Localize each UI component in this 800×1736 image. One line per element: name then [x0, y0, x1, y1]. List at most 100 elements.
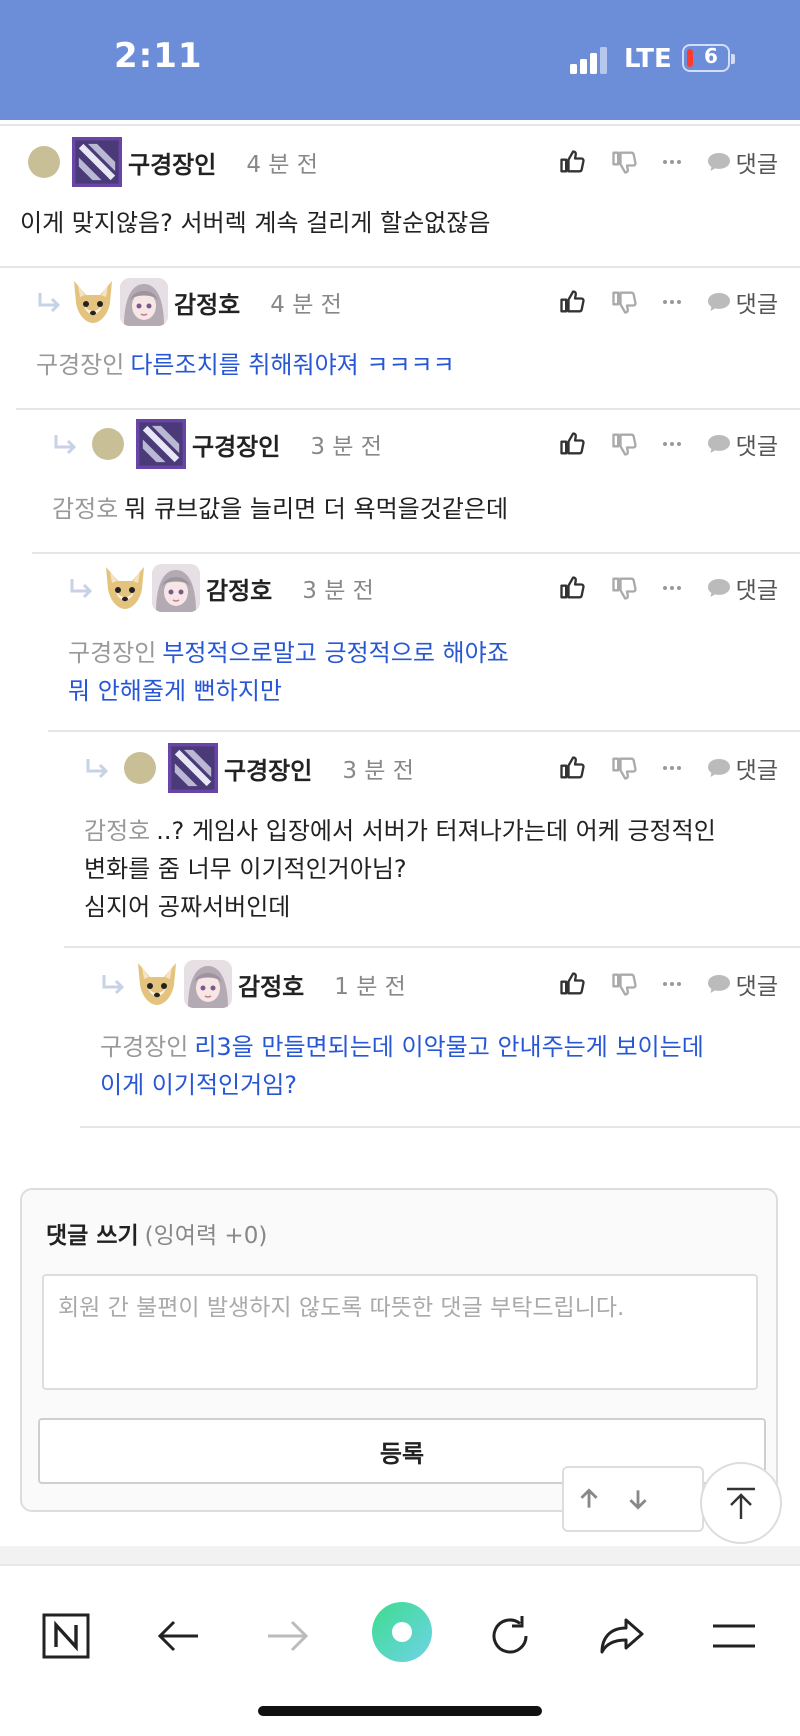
- thumbs-down-icon[interactable]: [610, 148, 638, 176]
- avatar[interactable]: [120, 278, 168, 326]
- reply-label: 댓글: [735, 152, 778, 178]
- thumbs-down-icon[interactable]: [610, 430, 638, 458]
- status-bar: 2:11 LTE 6: [0, 0, 800, 120]
- avatar[interactable]: [136, 419, 186, 469]
- speech-bubble-icon: [706, 757, 732, 779]
- thumbs-down-icon[interactable]: [610, 288, 638, 316]
- comment-body: 뭐 큐브값을 늘리면 더 욕먹을것같은데: [124, 495, 509, 523]
- scroll-to-top-button[interactable]: [700, 1462, 782, 1544]
- comment-body: 이게 맞지않음? 서버렉 계속 걸리게 할순없잖음: [20, 209, 491, 237]
- comment-time: 1 분 전: [334, 974, 406, 1000]
- comment-text: 이게 맞지않음? 서버렉 계속 걸리게 할순없잖음: [20, 204, 490, 242]
- thumbs-up-icon[interactable]: [558, 430, 586, 458]
- thumbs-down-icon[interactable]: [610, 574, 638, 602]
- reply-arrow-icon: [50, 429, 80, 459]
- reply-arrow-icon: [98, 969, 128, 999]
- avatar[interactable]: [184, 960, 232, 1008]
- mention[interactable]: 감정호: [84, 817, 150, 845]
- speech-bubble-icon: [706, 973, 732, 995]
- avatar[interactable]: [132, 959, 182, 1009]
- share-icon[interactable]: [594, 1608, 650, 1664]
- home-indicator: [258, 1706, 542, 1716]
- reply-button[interactable]: 댓글: [706, 285, 778, 319]
- comment-item: 구경장인 3 분 전 댓글 감정호..? 게임사 입장에서 서버가 터져나가는데…: [0, 740, 800, 948]
- signal-icon: [570, 46, 610, 74]
- mention[interactable]: 감정호: [52, 495, 118, 523]
- comment-input[interactable]: [42, 1274, 758, 1390]
- reply-button[interactable]: 댓글: [706, 571, 778, 605]
- arrow-up-icon[interactable]: [576, 1486, 602, 1512]
- reply-button[interactable]: 댓글: [706, 967, 778, 1001]
- reply-label: 댓글: [735, 758, 778, 784]
- reply-label: 댓글: [735, 578, 778, 604]
- comment-body: 리3을 만들면되는데 이악물고 안내주는게 보이는데 이게 이기적인거임?: [100, 1033, 704, 1099]
- comment-author[interactable]: 구경장인: [128, 145, 216, 180]
- refresh-icon[interactable]: [482, 1608, 538, 1664]
- reply-label: 댓글: [735, 434, 778, 460]
- avatar[interactable]: [152, 564, 200, 612]
- comment-text: 구경장인 다른조치를 취해줘야져 ㅋㅋㅋㅋ: [36, 346, 455, 384]
- comment-author[interactable]: 감정호: [238, 967, 304, 1002]
- mention[interactable]: 구경장인: [100, 1033, 188, 1061]
- menu-icon[interactable]: [706, 1608, 762, 1664]
- reply-label: 댓글: [735, 974, 778, 1000]
- comment-item: 감정호 1 분 전 댓글 구경장인 리3을 만들면되는데 이악물고 안내주는게 보…: [0, 956, 800, 1128]
- thumbs-up-icon[interactable]: [558, 288, 586, 316]
- more-icon[interactable]: [660, 574, 684, 602]
- comment-time: 4 분 전: [270, 292, 342, 318]
- speech-bubble-icon: [706, 577, 732, 599]
- network-type: LTE: [624, 44, 672, 74]
- thumbs-up-icon[interactable]: [558, 754, 586, 782]
- comment-body: ..? 게임사 입장에서 서버가 터져나가는데 어케 긍정적인 변화를 줌 너무…: [84, 817, 716, 921]
- comment-author[interactable]: 구경장인: [192, 427, 280, 462]
- green-dot-icon[interactable]: [370, 1600, 434, 1664]
- speech-bubble-icon: [706, 433, 732, 455]
- mention[interactable]: 구경장인: [68, 639, 156, 667]
- scroll-to-top-icon: [727, 1487, 755, 1519]
- reply-button[interactable]: 댓글: [706, 751, 778, 785]
- more-icon[interactable]: [660, 970, 684, 998]
- naver-home-icon[interactable]: [38, 1608, 94, 1664]
- comment-author[interactable]: 감정호: [206, 571, 272, 606]
- level-badge-icon: [124, 752, 156, 784]
- avatar[interactable]: [68, 277, 118, 327]
- thumbs-down-icon[interactable]: [610, 970, 638, 998]
- divider: [0, 1546, 800, 1564]
- comment-write-box: 댓글 쓰기(잉여력 +0) 등록: [20, 1188, 778, 1512]
- reply-button[interactable]: 댓글: [706, 145, 778, 179]
- more-icon[interactable]: [660, 754, 684, 782]
- more-icon[interactable]: [660, 430, 684, 458]
- thumbs-down-icon[interactable]: [610, 754, 638, 782]
- thumbs-up-icon[interactable]: [558, 574, 586, 602]
- comment-item: 감정호 3 분 전 댓글 구경장인 부정적으로말고 긍정적으로 해야죠 뭐 안해줄…: [0, 560, 800, 732]
- reply-arrow-icon: [66, 573, 96, 603]
- comment-author[interactable]: 감정호: [174, 285, 240, 320]
- comment-author[interactable]: 구경장인: [224, 751, 312, 786]
- back-icon[interactable]: [150, 1608, 206, 1664]
- thumbs-up-icon[interactable]: [558, 970, 586, 998]
- clock: 2:11: [114, 36, 203, 76]
- more-icon[interactable]: [660, 148, 684, 176]
- avatar[interactable]: [100, 563, 150, 613]
- level-badge-icon: [92, 428, 124, 460]
- comment-time: 3 분 전: [310, 434, 382, 460]
- avatar[interactable]: [168, 743, 218, 793]
- reply-button[interactable]: 댓글: [706, 427, 778, 461]
- reply-label: 댓글: [735, 292, 778, 318]
- comment-text: 구경장인 리3을 만들면되는데 이악물고 안내주는게 보이는데 이게 이기적인거임…: [100, 1028, 704, 1104]
- more-icon[interactable]: [660, 288, 684, 316]
- comment-text: 감정호..? 게임사 입장에서 서버가 터져나가는데 어케 긍정적인 변화를 줌…: [84, 812, 716, 926]
- level-badge-icon: [28, 146, 60, 178]
- comment-time: 3 분 전: [342, 758, 414, 784]
- forward-icon[interactable]: [260, 1608, 316, 1664]
- write-subtitle: (잉여력 +0): [144, 1223, 268, 1249]
- comment-time: 3 분 전: [302, 578, 374, 604]
- thumbs-up-icon[interactable]: [558, 148, 586, 176]
- comment-text: 구경장인 부정적으로말고 긍정적으로 해야죠 뭐 안해줄게 뻔하지만: [68, 634, 509, 710]
- avatar[interactable]: [72, 137, 122, 187]
- arrow-down-icon[interactable]: [625, 1486, 651, 1512]
- comment-time: 4 분 전: [246, 152, 318, 178]
- mention[interactable]: 구경장인: [36, 351, 124, 379]
- comment-item: 감정호 4 분 전 댓글 구경장인 다른조치를 취해줘야져 ㅋㅋㅋㅋ: [0, 274, 800, 410]
- comment-text: 감정호 뭐 큐브값을 늘리면 더 욕먹을것같은데: [52, 490, 508, 528]
